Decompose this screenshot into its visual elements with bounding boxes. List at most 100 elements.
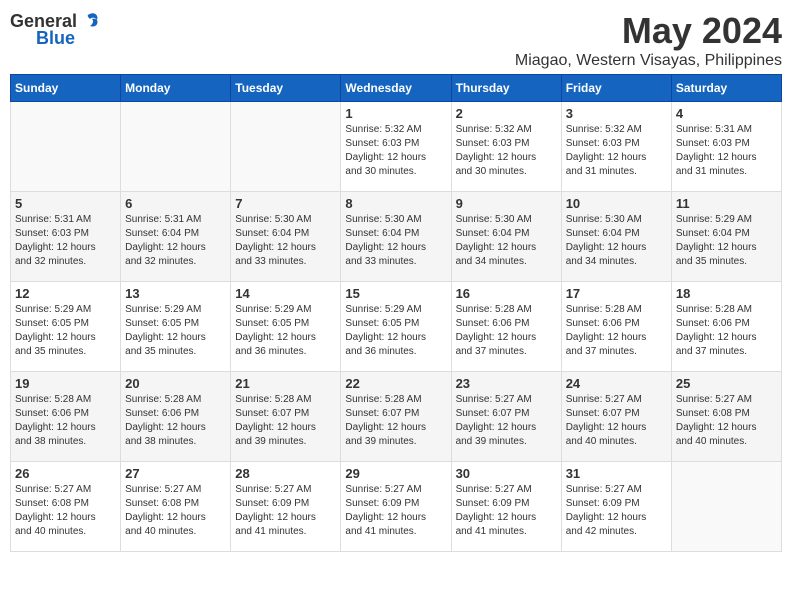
day-info: Sunrise: 5:31 AM Sunset: 6:03 PM Dayligh… (676, 123, 777, 179)
calendar-cell: 27 Sunrise: 5:27 AM Sunset: 6:08 PM Dayli… (121, 462, 231, 552)
calendar-cell: 18 Sunrise: 5:28 AM Sunset: 6:06 PM Dayli… (671, 282, 781, 372)
logo-bird-icon (79, 10, 101, 32)
day-number: 5 (15, 196, 116, 211)
calendar-cell: 2Sunrise: 5:32 AM Sunset: 6:03 PM Daylig… (451, 102, 561, 192)
calendar-cell: 16Sunrise: 5:28 AM Sunset: 6:06 PM Dayli… (451, 282, 561, 372)
day-info: Sunrise: 5:27 AM Sunset: 6:08 PM Dayligh… (676, 393, 777, 449)
day-info: Sunrise: 5:30 AM Sunset: 6:04 PM Dayligh… (235, 213, 336, 269)
logo-text-blue: Blue (36, 28, 75, 49)
week-row-3: 12 Sunrise: 5:29 AM Sunset: 6:05 PM Dayli… (11, 282, 782, 372)
day-number: 7 (235, 196, 336, 211)
day-info: Sunrise: 5:27 AM Sunset: 6:09 PM Dayligh… (345, 483, 446, 539)
day-info: Sunrise: 5:27 AM Sunset: 6:08 PM Dayligh… (15, 483, 116, 539)
header-cell-monday: Monday (121, 75, 231, 102)
day-info: Sunrise: 5:29 AM Sunset: 6:05 PM Dayligh… (125, 303, 226, 359)
calendar-cell: 12 Sunrise: 5:29 AM Sunset: 6:05 PM Dayli… (11, 282, 121, 372)
day-info: Sunrise: 5:27 AM Sunset: 6:07 PM Dayligh… (456, 393, 557, 449)
day-number: 14 (235, 286, 336, 301)
day-number: 20 (125, 376, 226, 391)
calendar-cell: 17 Sunrise: 5:28 AM Sunset: 6:06 PM Dayli… (561, 282, 671, 372)
day-number: 27 (125, 466, 226, 481)
day-number: 15 (345, 286, 446, 301)
calendar-cell: 7 Sunrise: 5:30 AM Sunset: 6:04 PM Daylig… (231, 192, 341, 282)
day-number: 1 (345, 106, 446, 121)
day-info: Sunrise: 5:29 AM Sunset: 6:04 PM Dayligh… (676, 213, 777, 269)
day-number: 18 (676, 286, 777, 301)
day-number: 17 (566, 286, 667, 301)
day-info: Sunrise: 5:32 AM Sunset: 6:03 PM Dayligh… (566, 123, 667, 179)
day-number: 3 (566, 106, 667, 121)
day-info: Sunrise: 5:29 AM Sunset: 6:05 PM Dayligh… (15, 303, 116, 359)
calendar-cell: 28Sunrise: 5:27 AM Sunset: 6:09 PM Dayli… (231, 462, 341, 552)
day-info: Sunrise: 5:28 AM Sunset: 6:06 PM Dayligh… (125, 393, 226, 449)
calendar-cell: 30Sunrise: 5:27 AM Sunset: 6:09 PM Dayli… (451, 462, 561, 552)
day-number: 9 (456, 196, 557, 211)
calendar-cell: 11 Sunrise: 5:29 AM Sunset: 6:04 PM Dayli… (671, 192, 781, 282)
calendar-cell: 5 Sunrise: 5:31 AM Sunset: 6:03 PM Daylig… (11, 192, 121, 282)
day-info: Sunrise: 5:31 AM Sunset: 6:03 PM Dayligh… (15, 213, 116, 269)
page-header: General Blue May 2024 Miagao, Western Vi… (10, 10, 782, 70)
day-info: Sunrise: 5:32 AM Sunset: 6:03 PM Dayligh… (345, 123, 446, 179)
day-info: Sunrise: 5:28 AM Sunset: 6:06 PM Dayligh… (676, 303, 777, 359)
calendar-cell: 23 Sunrise: 5:27 AM Sunset: 6:07 PM Dayli… (451, 372, 561, 462)
day-info: Sunrise: 5:28 AM Sunset: 6:07 PM Dayligh… (345, 393, 446, 449)
day-info: Sunrise: 5:32 AM Sunset: 6:03 PM Dayligh… (456, 123, 557, 179)
day-info: Sunrise: 5:28 AM Sunset: 6:06 PM Dayligh… (456, 303, 557, 359)
day-info: Sunrise: 5:30 AM Sunset: 6:04 PM Dayligh… (566, 213, 667, 269)
day-number: 13 (125, 286, 226, 301)
day-number: 24 (566, 376, 667, 391)
day-number: 22 (345, 376, 446, 391)
day-info: Sunrise: 5:27 AM Sunset: 6:08 PM Dayligh… (125, 483, 226, 539)
day-info: Sunrise: 5:31 AM Sunset: 6:04 PM Dayligh… (125, 213, 226, 269)
day-number: 21 (235, 376, 336, 391)
calendar-cell: 31 Sunrise: 5:27 AM Sunset: 6:09 PM Dayli… (561, 462, 671, 552)
calendar-cell: 1 Sunrise: 5:32 AM Sunset: 6:03 PM Daylig… (341, 102, 451, 192)
day-number: 26 (15, 466, 116, 481)
calendar-cell: 26 Sunrise: 5:27 AM Sunset: 6:08 PM Dayli… (11, 462, 121, 552)
calendar-cell: 13 Sunrise: 5:29 AM Sunset: 6:05 PM Dayli… (121, 282, 231, 372)
day-info: Sunrise: 5:28 AM Sunset: 6:06 PM Dayligh… (566, 303, 667, 359)
calendar-cell (671, 462, 781, 552)
day-number: 29 (345, 466, 446, 481)
header-cell-sunday: Sunday (11, 75, 121, 102)
header-cell-wednesday: Wednesday (341, 75, 451, 102)
week-row-1: 1 Sunrise: 5:32 AM Sunset: 6:03 PM Daylig… (11, 102, 782, 192)
calendar-cell: 20 Sunrise: 5:28 AM Sunset: 6:06 PM Dayli… (121, 372, 231, 462)
header-row: SundayMondayTuesdayWednesdayThursdayFrid… (11, 75, 782, 102)
day-number: 10 (566, 196, 667, 211)
header-cell-friday: Friday (561, 75, 671, 102)
calendar-cell (231, 102, 341, 192)
day-number: 28 (235, 466, 336, 481)
day-number: 6 (125, 196, 226, 211)
day-info: Sunrise: 5:27 AM Sunset: 6:09 PM Dayligh… (566, 483, 667, 539)
calendar-header: SundayMondayTuesdayWednesdayThursdayFrid… (11, 75, 782, 102)
calendar-body: 1 Sunrise: 5:32 AM Sunset: 6:03 PM Daylig… (11, 102, 782, 552)
day-info: Sunrise: 5:30 AM Sunset: 6:04 PM Dayligh… (456, 213, 557, 269)
day-number: 23 (456, 376, 557, 391)
week-row-5: 26 Sunrise: 5:27 AM Sunset: 6:08 PM Dayli… (11, 462, 782, 552)
day-number: 31 (566, 466, 667, 481)
calendar-cell: 15Sunrise: 5:29 AM Sunset: 6:05 PM Dayli… (341, 282, 451, 372)
calendar-cell (11, 102, 121, 192)
calendar-cell: 3 Sunrise: 5:32 AM Sunset: 6:03 PM Daylig… (561, 102, 671, 192)
calendar-cell: 6 Sunrise: 5:31 AM Sunset: 6:04 PM Daylig… (121, 192, 231, 282)
header-cell-thursday: Thursday (451, 75, 561, 102)
calendar-cell: 19Sunrise: 5:28 AM Sunset: 6:06 PM Dayli… (11, 372, 121, 462)
day-number: 8 (345, 196, 446, 211)
day-number: 25 (676, 376, 777, 391)
week-row-2: 5 Sunrise: 5:31 AM Sunset: 6:03 PM Daylig… (11, 192, 782, 282)
calendar-cell: 14 Sunrise: 5:29 AM Sunset: 6:05 PM Dayli… (231, 282, 341, 372)
day-info: Sunrise: 5:27 AM Sunset: 6:09 PM Dayligh… (456, 483, 557, 539)
day-number: 11 (676, 196, 777, 211)
day-info: Sunrise: 5:29 AM Sunset: 6:05 PM Dayligh… (235, 303, 336, 359)
header-cell-saturday: Saturday (671, 75, 781, 102)
location-title: Miagao, Western Visayas, Philippines (515, 52, 782, 70)
calendar-cell: 10 Sunrise: 5:30 AM Sunset: 6:04 PM Dayli… (561, 192, 671, 282)
calendar-cell (121, 102, 231, 192)
day-number: 19 (15, 376, 116, 391)
month-title: May 2024 (515, 10, 782, 52)
calendar-cell: 4Sunrise: 5:31 AM Sunset: 6:03 PM Daylig… (671, 102, 781, 192)
day-number: 12 (15, 286, 116, 301)
day-info: Sunrise: 5:30 AM Sunset: 6:04 PM Dayligh… (345, 213, 446, 269)
calendar-cell: 24Sunrise: 5:27 AM Sunset: 6:07 PM Dayli… (561, 372, 671, 462)
